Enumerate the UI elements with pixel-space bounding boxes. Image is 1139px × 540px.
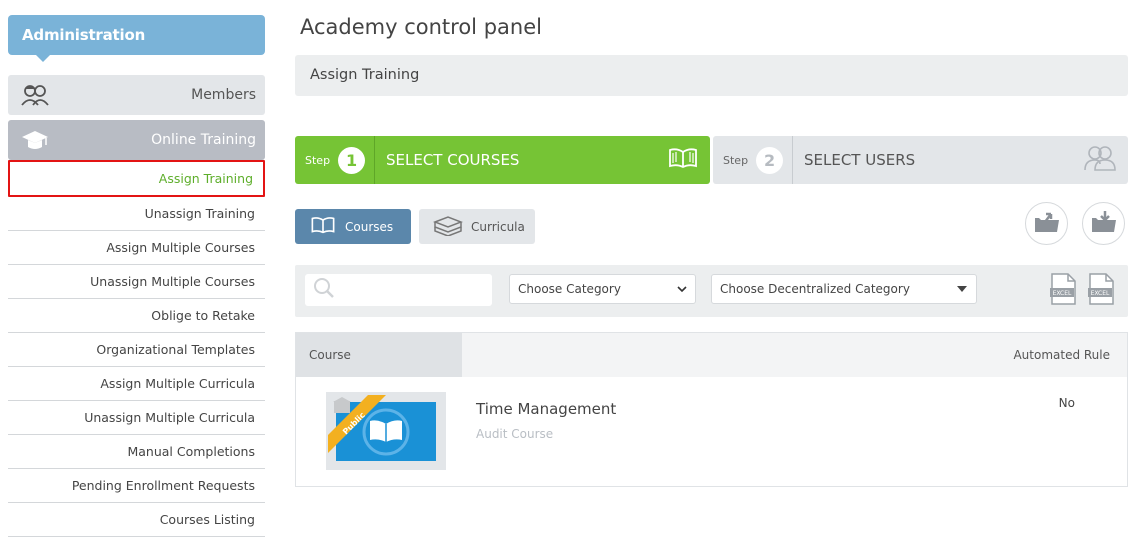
step-label: Step 1 xyxy=(295,136,375,184)
step-prefix: Step xyxy=(723,153,749,167)
course-type: Audit Course xyxy=(476,427,554,441)
category-select-value: Choose Category xyxy=(518,282,621,296)
sidebar-submenu: Assign Training Unassign Training Assign… xyxy=(8,160,265,537)
sidebar-section-label: Members xyxy=(191,87,256,103)
sidebar: Administration Members Online Training A… xyxy=(8,15,265,537)
upload-folder-button[interactable] xyxy=(1025,202,1068,245)
decentralized-category-value: Choose Decentralized Category xyxy=(720,282,910,296)
step-title: SELECT USERS xyxy=(804,151,916,169)
sidebar-item-assign-training[interactable]: Assign Training xyxy=(8,160,265,197)
chevron-down-icon xyxy=(677,282,687,296)
table-row[interactable]: Public Time Management Audit Course No xyxy=(296,377,1127,487)
step-label: Step 2 xyxy=(713,136,793,184)
step-select-courses[interactable]: Step 1 SELECT COURSES xyxy=(295,136,710,184)
automated-rule-value: No xyxy=(1058,396,1075,410)
open-book-icon xyxy=(309,216,337,237)
sidebar-section-label: Online Training xyxy=(151,132,256,148)
excel-label: EXCEL xyxy=(1053,290,1072,297)
export-excel-all-button[interactable]: EXCEL xyxy=(1087,273,1115,305)
sidebar-item-assign-multiple-courses[interactable]: Assign Multiple Courses xyxy=(8,231,265,265)
tab-label: Curricula xyxy=(471,219,525,234)
tab-courses[interactable]: Courses xyxy=(295,209,411,244)
members-icon xyxy=(20,82,50,108)
section-header: Assign Training xyxy=(295,55,1128,96)
folder-upload-icon xyxy=(1033,210,1061,238)
column-header-course[interactable]: Course xyxy=(296,333,462,377)
filter-bar: Choose Category Choose Decentralized Cat… xyxy=(295,265,1128,317)
column-header-automated-rule[interactable]: Automated Rule xyxy=(462,333,1127,377)
step-number: 1 xyxy=(338,146,366,174)
sidebar-section-members[interactable]: Members xyxy=(8,75,265,115)
sidebar-header: Administration xyxy=(8,15,265,62)
page-title: Academy control panel xyxy=(300,15,542,39)
table-header: Course Automated Rule xyxy=(296,333,1127,377)
sidebar-item-organizational-templates[interactable]: Organizational Templates xyxy=(8,333,265,367)
step-title: SELECT COURSES xyxy=(386,151,520,169)
folder-download-icon xyxy=(1090,210,1118,238)
caret-down-icon xyxy=(956,282,968,296)
download-folder-button[interactable] xyxy=(1082,202,1125,245)
step-prefix: Step xyxy=(305,153,331,167)
excel-label: EXCEL xyxy=(1091,290,1110,297)
search-box[interactable] xyxy=(305,274,492,306)
graduation-cap-icon xyxy=(20,127,50,153)
step-number: 2 xyxy=(756,146,784,174)
sidebar-item-unassign-multiple-curricula[interactable]: Unassign Multiple Curricula xyxy=(8,401,265,435)
course-thumbnail[interactable]: Public xyxy=(326,392,446,470)
category-select[interactable]: Choose Category xyxy=(509,274,696,304)
users-icon xyxy=(1084,144,1116,176)
search-input[interactable] xyxy=(341,283,481,297)
public-badge-ribbon: Public xyxy=(328,395,386,453)
decentralized-category-select[interactable]: Choose Decentralized Category xyxy=(711,274,977,304)
sidebar-item-oblige-to-retake[interactable]: Oblige to Retake xyxy=(8,299,265,333)
sidebar-item-pending-enrollment-requests[interactable]: Pending Enrollment Requests xyxy=(8,469,265,503)
tab-label: Courses xyxy=(345,219,394,234)
courses-table: Course Automated Rule Public Time Manage… xyxy=(295,332,1128,487)
sidebar-item-unassign-training[interactable]: Unassign Training xyxy=(8,197,265,231)
search-icon xyxy=(313,277,335,303)
sidebar-item-assign-multiple-curricula[interactable]: Assign Multiple Curricula xyxy=(8,367,265,401)
course-title[interactable]: Time Management xyxy=(476,400,616,418)
sidebar-item-manual-completions[interactable]: Manual Completions xyxy=(8,435,265,469)
sidebar-item-courses-listing[interactable]: Courses Listing xyxy=(8,503,265,537)
export-excel-button[interactable]: EXCEL xyxy=(1049,273,1077,305)
excel-file-icon: EXCEL xyxy=(1050,273,1076,305)
tab-curricula[interactable]: Curricula xyxy=(419,209,535,244)
excel-file-icon: EXCEL xyxy=(1088,273,1114,305)
open-book-icon xyxy=(668,147,698,173)
wizard-steps: Step 1 SELECT COURSES Step 2 SELECT USER… xyxy=(295,136,1128,184)
step-select-users[interactable]: Step 2 SELECT USERS xyxy=(713,136,1128,184)
books-stack-icon xyxy=(432,214,464,239)
sidebar-item-unassign-multiple-courses[interactable]: Unassign Multiple Courses xyxy=(8,265,265,299)
sidebar-section-online-training[interactable]: Online Training xyxy=(8,120,265,160)
